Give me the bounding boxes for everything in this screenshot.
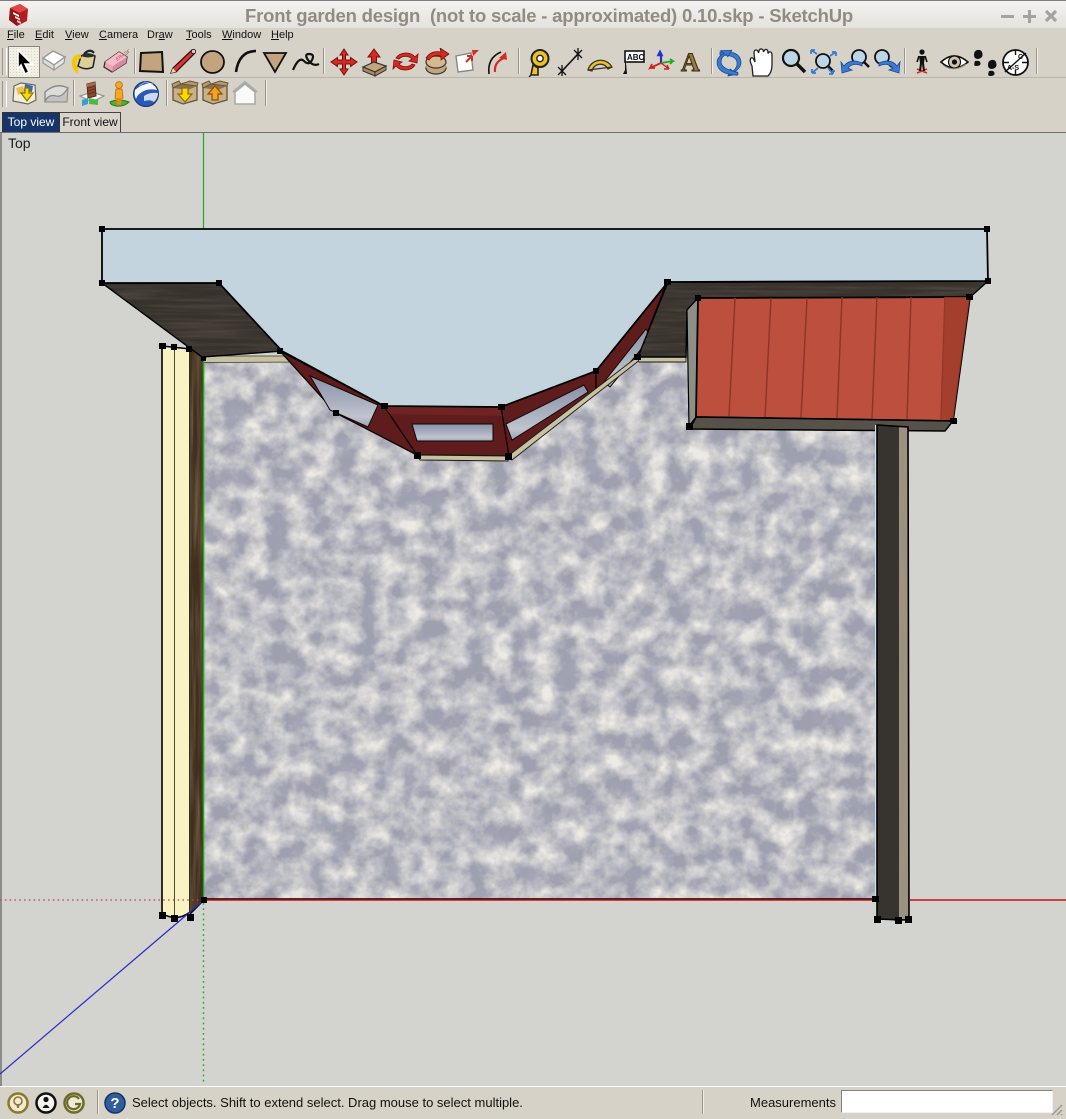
svg-text:A: A	[681, 48, 700, 76]
svg-text:ABC: ABC	[627, 53, 645, 62]
svg-text:Top: Top	[8, 135, 31, 151]
svg-text:A-S: A-S	[1007, 65, 1019, 72]
svg-text:C: C	[1018, 54, 1023, 61]
svg-text:?: ?	[110, 1095, 119, 1112]
